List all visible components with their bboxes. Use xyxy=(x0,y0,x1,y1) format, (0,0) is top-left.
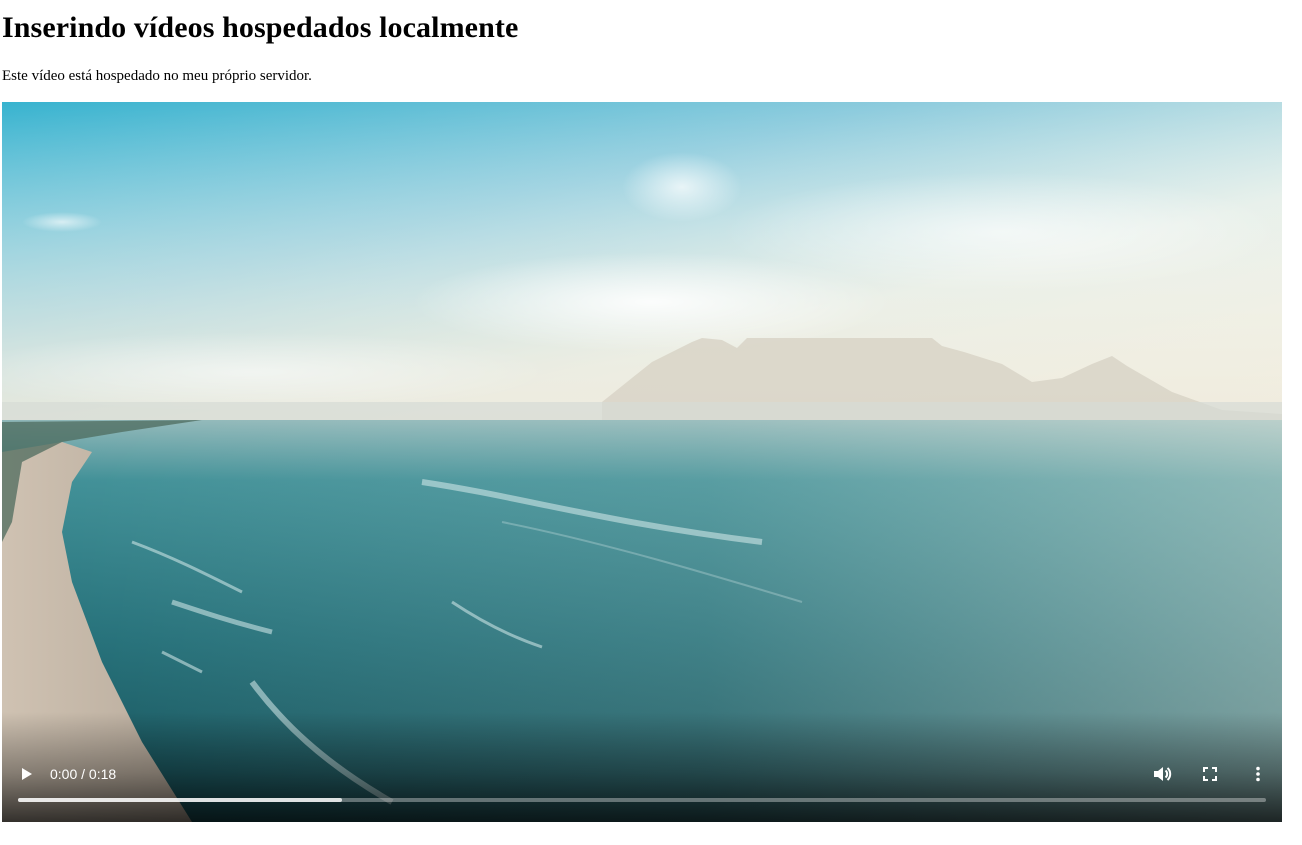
page-paragraph: Este vídeo está hospedado no meu próprio… xyxy=(2,68,312,84)
timeline-scrubber[interactable] xyxy=(18,798,1266,802)
play-icon xyxy=(22,768,32,780)
video-frame xyxy=(2,102,1282,822)
more-options-icon xyxy=(1256,766,1260,782)
fullscreen-button[interactable] xyxy=(1198,762,1222,786)
volume-icon xyxy=(1154,767,1172,781)
page: Inserindo vídeos hospedados localmente E… xyxy=(0,0,1302,845)
fullscreen-icon xyxy=(1203,767,1217,781)
more-options-button[interactable] xyxy=(1246,762,1270,786)
volume-button[interactable] xyxy=(1150,762,1174,786)
time-display: 0:00 / 0:18 xyxy=(50,766,117,782)
page-heading: Inserindo vídeos hospedados localmente xyxy=(2,11,519,44)
video-controls: 0:00 / 0:18 xyxy=(2,742,1282,822)
timeline-buffered xyxy=(18,798,343,802)
video-player[interactable]: 0:00 / 0:18 xyxy=(2,102,1282,822)
play-button[interactable] xyxy=(14,762,38,786)
